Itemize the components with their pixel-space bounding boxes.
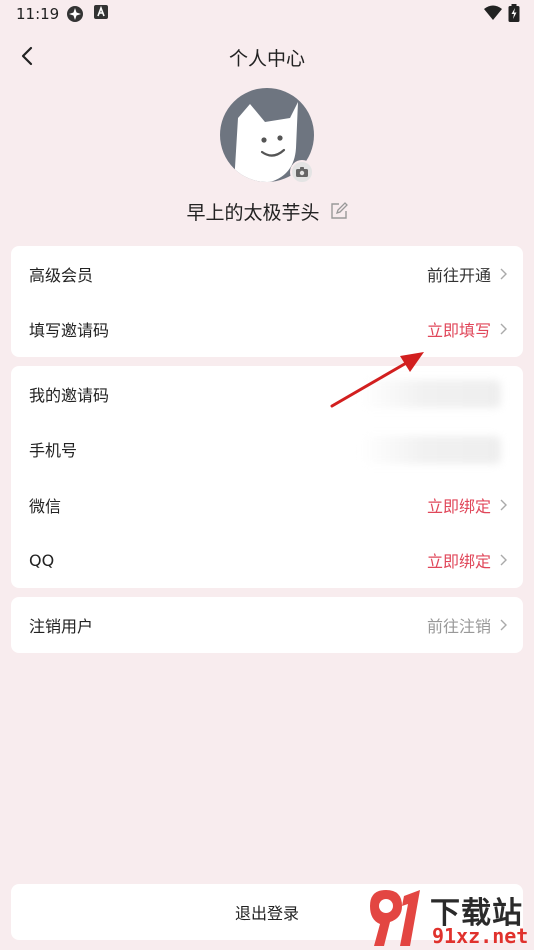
username: 早上的太极芋头	[186, 201, 320, 224]
redacted-value	[361, 380, 501, 408]
wifi-icon	[484, 5, 502, 21]
premium-member-row[interactable]: 高级会员 前往开通	[11, 246, 523, 302]
chevron-right-icon	[499, 553, 509, 567]
edit-name-button[interactable]	[330, 202, 348, 220]
row-label: 注销用户	[29, 616, 94, 636]
row-label: 手机号	[29, 441, 78, 461]
wechat-row[interactable]: 微信 立即绑定	[11, 477, 523, 533]
chevron-right-icon	[499, 322, 509, 336]
invite-code-fill-row[interactable]: 填写邀请码 立即填写	[11, 302, 523, 358]
membership-card: 高级会员 前往开通 填写邀请码 立即填写	[11, 246, 523, 357]
row-label: 微信	[29, 496, 62, 516]
my-invite-code-row[interactable]: 我的邀请码	[11, 366, 523, 422]
chevron-right-icon	[499, 267, 509, 281]
account-card: 注销用户 前往注销	[11, 597, 523, 653]
header: 个人中心	[0, 34, 534, 78]
camera-icon	[296, 167, 308, 177]
row-label: 我的邀请码	[29, 385, 110, 405]
camera-button[interactable]	[290, 160, 314, 184]
chevron-right-icon	[499, 498, 509, 512]
chevron-right-icon	[499, 618, 509, 632]
cancel-account-row[interactable]: 注销用户 前往注销	[11, 597, 523, 653]
row-value: 前往注销	[426, 616, 491, 636]
qq-row[interactable]: QQ 立即绑定	[11, 533, 523, 589]
watermark-logo: 下载站 91xz.net	[360, 884, 534, 950]
username-row: 早上的太极芋头	[0, 198, 534, 224]
accessibility-icon	[94, 5, 110, 21]
avatar-container[interactable]	[220, 88, 314, 184]
row-value: 前往开通	[426, 265, 491, 285]
phone-row[interactable]: 手机号	[11, 422, 523, 478]
bindings-card: 我的邀请码 手机号 微信 立即绑定 QQ 立即绑定	[11, 366, 523, 588]
redacted-value	[361, 435, 501, 464]
row-label: QQ	[29, 550, 55, 570]
watermark-91-icon	[370, 890, 420, 946]
battery-icon	[508, 4, 524, 22]
watermark-url-text: 91xz.net	[432, 924, 529, 948]
row-label: 高级会员	[29, 265, 94, 285]
sync-icon	[66, 5, 83, 22]
page-title: 个人中心	[228, 48, 305, 70]
row-value: 立即绑定	[426, 496, 491, 516]
status-bar: 11:19	[0, 0, 534, 28]
row-value: 立即填写	[426, 321, 491, 341]
row-label: 填写邀请码	[29, 321, 110, 341]
row-value: 立即绑定	[426, 552, 491, 572]
edit-icon	[330, 202, 348, 220]
status-time: 11:19	[16, 5, 60, 23]
